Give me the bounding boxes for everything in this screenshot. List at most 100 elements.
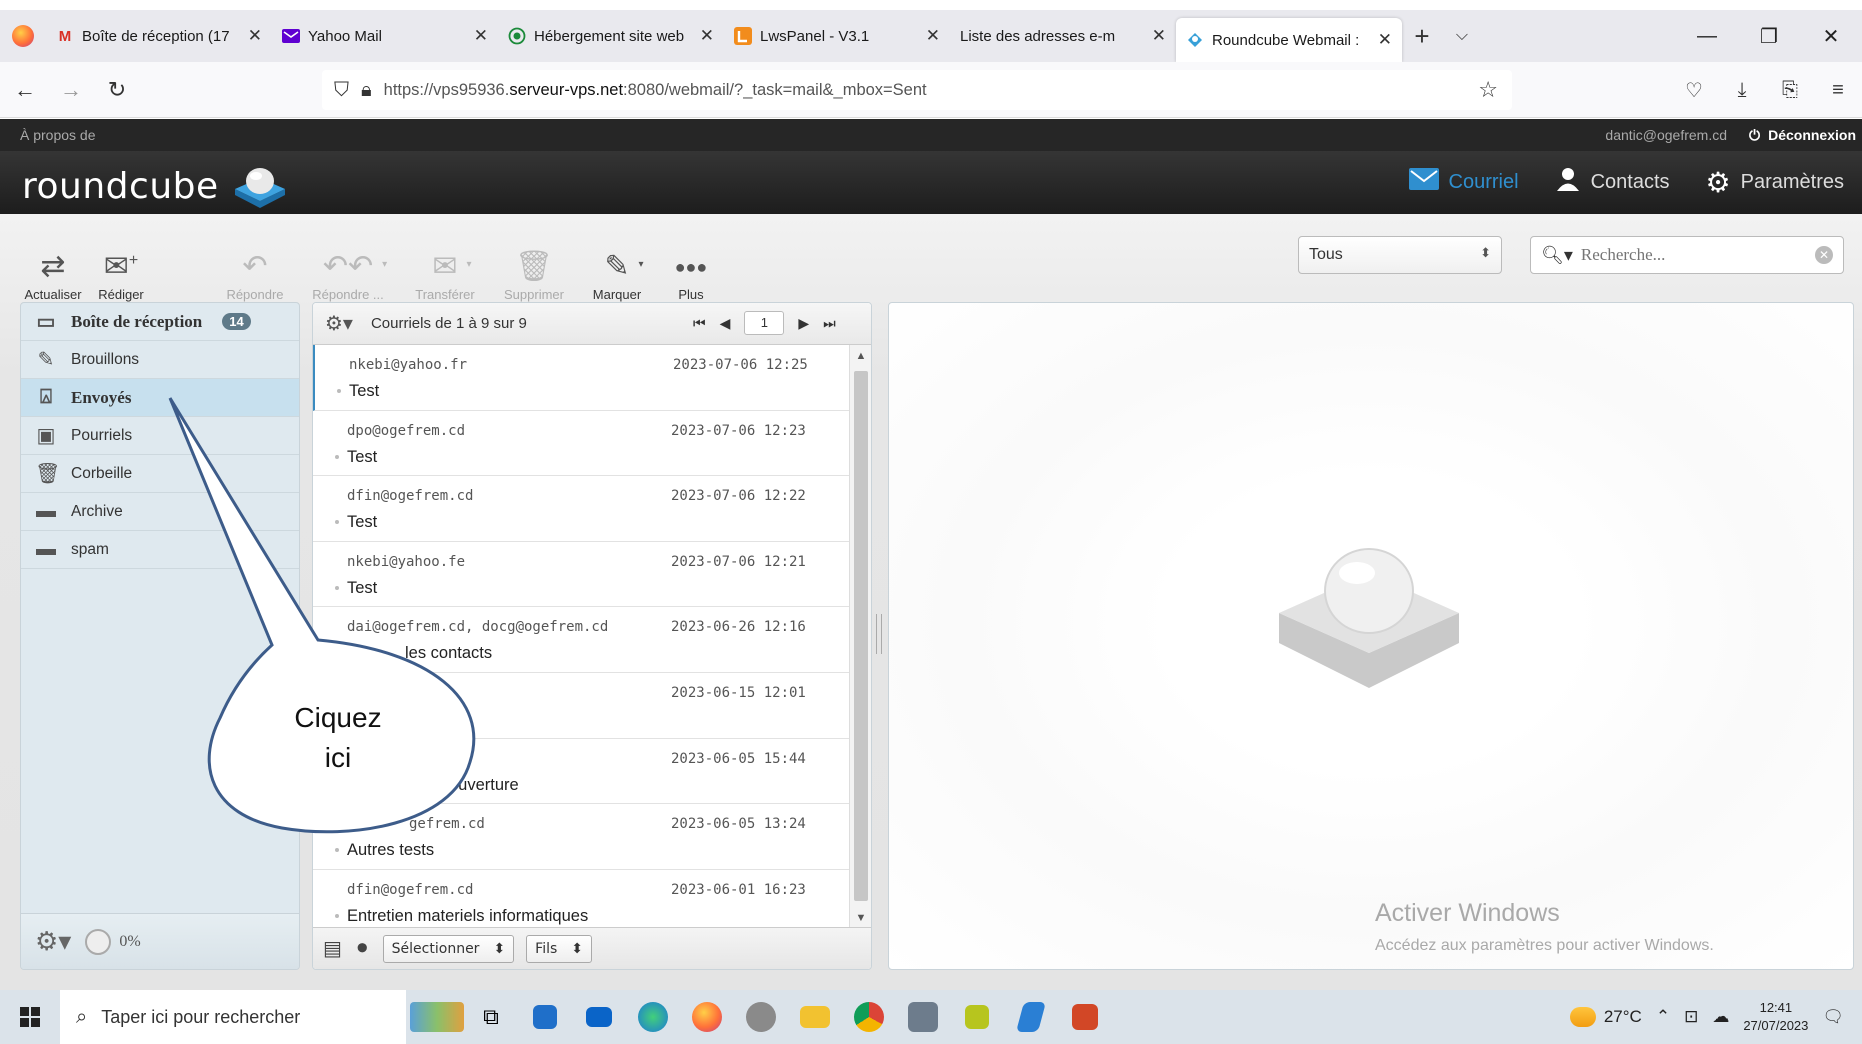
search-icon[interactable]: 🔍︎▾ (1541, 245, 1573, 266)
delete-button[interactable]: 🗑︎ Supprimer (492, 232, 576, 302)
onedrive-cloud-icon[interactable]: ☁ (1712, 1007, 1729, 1027)
message-row[interactable]: dai@ogefrem.cd, docg@ogefrem.cd 2023-06-2… (313, 607, 851, 673)
folder-drafts[interactable]: ✎ Brouillons (21, 341, 299, 379)
select-dropdown[interactable]: Sélectionner ⬍ (382, 934, 515, 963)
message-row[interactable]: dfin@ogefrem.cd 2023-06-01 16:23 Entretien… (313, 870, 851, 929)
clear-search-icon[interactable]: ✕ (1815, 246, 1833, 264)
powerpoint-icon[interactable] (1058, 990, 1112, 1044)
weather-widget[interactable]: 27°C (1569, 1007, 1642, 1027)
chrome-icon[interactable] (842, 990, 896, 1044)
restore-button[interactable]: ❐ (1738, 10, 1800, 62)
pocket-icon[interactable]: ♡ (1670, 62, 1718, 118)
folder-inbox[interactable]: ▭ Boîte de réception 14 (21, 303, 299, 341)
filter-select[interactable]: Tous ⬍ (1298, 236, 1502, 274)
prev-page-icon[interactable]: ◀ (720, 315, 731, 332)
message-row[interactable]: nkebi@yahoo.fe 2023-07-06 12:21 Test (313, 542, 851, 608)
notifications-icon[interactable]: 🗨︎ (1822, 1007, 1844, 1027)
message-list-scrollbar[interactable]: ▲ ▼ (849, 345, 871, 929)
clock[interactable]: 12:41 27/07/2023 (1743, 999, 1808, 1035)
list-tabs-chevron-icon[interactable]: ⌵ (1442, 27, 1482, 45)
edge-icon[interactable] (626, 990, 680, 1044)
tab-yahoo-mail[interactable]: Yahoo Mail ✕ (272, 15, 498, 57)
minimize-button[interactable]: — (1676, 10, 1738, 62)
url-bar[interactable]: ⛉ 🔒︎ https://vps95936.serveur-vps.net:80… (322, 70, 1512, 110)
scroll-up-icon[interactable]: ▲ (850, 345, 871, 367)
mail-app-icon[interactable] (572, 990, 626, 1044)
extensions-icon[interactable]: ⎘ (1766, 62, 1814, 118)
gmail-icon: M (58, 27, 72, 45)
firefox-icon[interactable] (680, 990, 734, 1044)
next-page-icon[interactable]: ▶ (798, 315, 809, 332)
refresh-button[interactable]: ⇄ Actualiser (20, 232, 86, 302)
folder-archive[interactable]: ▬ Archive (21, 493, 299, 531)
app-menu-icon[interactable]: ≡ (1814, 62, 1862, 118)
network-icon[interactable]: ⊡ (1684, 1007, 1698, 1027)
forward-arrow-icon[interactable]: → (50, 69, 92, 111)
reply-all-button[interactable]: ↶↶ ▾ Répondre ... (298, 232, 398, 302)
search-input[interactable] (1580, 245, 1821, 265)
about-link[interactable]: À propos de (20, 127, 96, 143)
taskbar-search[interactable]: ⌕ Taper ici pour rechercher (60, 990, 406, 1044)
tab-gmail[interactable]: M Boîte de réception (17 ✕ (46, 15, 272, 57)
close-tab-icon[interactable]: ✕ (1378, 30, 1392, 50)
page-number[interactable]: 1 (744, 311, 785, 335)
threads-toggle-icon[interactable]: ⚫ (354, 936, 371, 961)
bookmark-star-icon[interactable]: ☆ (1478, 77, 1498, 103)
close-tab-icon[interactable]: ✕ (474, 26, 488, 46)
folder-spam[interactable]: ▬ spam (21, 531, 299, 569)
list-view-icon[interactable]: ▤ (323, 936, 342, 961)
threads-dropdown[interactable]: Fils ⬍ (526, 934, 593, 963)
tray-chevron-icon[interactable]: ⌃ (1656, 1007, 1670, 1027)
scroll-down-icon[interactable]: ▼ (850, 907, 871, 929)
mark-button[interactable]: ✎ ▾ Marquer (576, 232, 658, 302)
message-row[interactable]: dfin@ogefrem.cd 2023-07-06 12:22 Test (313, 476, 851, 542)
task-view-icon[interactable]: ⧉ (464, 990, 518, 1044)
filter-value: Tous (1309, 246, 1343, 263)
file-explorer-icon[interactable] (788, 990, 842, 1044)
tab-hosting[interactable]: Hébergement site web ✕ (498, 15, 724, 57)
firefox-menu-icon[interactable] (0, 10, 46, 62)
logout-button[interactable]: ⏻ Déconnexion (1749, 127, 1856, 144)
close-window-button[interactable]: ✕ (1800, 10, 1862, 62)
compose-button[interactable]: ✉+ Rédiger (86, 232, 156, 302)
shield-icon[interactable]: ⛉ (334, 79, 349, 102)
folder-actions-gear-icon[interactable]: ⚙▾ (35, 926, 71, 957)
store-icon[interactable] (518, 990, 572, 1044)
start-button[interactable] (0, 990, 60, 1044)
new-tab-button[interactable]: + (1402, 21, 1442, 52)
folder-sent[interactable]: ⍓ Envoyés (21, 379, 299, 417)
message-row[interactable]: gefrem.cd 2023-06-05 13:24 Autres tests (313, 804, 851, 870)
first-page-icon[interactable]: ⏮ (693, 315, 706, 332)
close-tab-icon[interactable]: ✕ (926, 26, 940, 46)
fireworks-icon[interactable] (950, 990, 1004, 1044)
list-options-gear-icon[interactable]: ⚙▾ (325, 311, 353, 336)
task-settings[interactable]: ⚙ Paramètres (1688, 151, 1862, 214)
roundcube-logo[interactable]: roundcube (22, 161, 291, 211)
message-row[interactable]: nkebi@yahoo.fr 2023-07-06 12:25 Test (313, 345, 851, 411)
forward-button[interactable]: ✉ ▾ Transférer (398, 232, 492, 302)
tab-roundcube[interactable]: Roundcube Webmail : ✕ (1176, 18, 1402, 62)
downloads-icon[interactable]: ⤓ (1718, 62, 1766, 118)
pane-splitter[interactable] (876, 614, 882, 654)
folder-junk[interactable]: ▣ Pourriels (21, 417, 299, 455)
tab-lwspanel[interactable]: LwsPanel - V3.1 ✕ (724, 15, 950, 57)
close-tab-icon[interactable]: ✕ (700, 26, 714, 46)
reload-icon[interactable]: ↻ (96, 69, 138, 111)
close-tab-icon[interactable]: ✕ (1152, 26, 1166, 46)
back-arrow-icon[interactable]: ← (4, 69, 46, 111)
task-contacts[interactable]: Contacts (1537, 151, 1688, 214)
last-page-icon[interactable]: ⏭ (823, 315, 836, 332)
task-mail[interactable]: Courriel (1391, 151, 1537, 214)
app-icon[interactable] (734, 990, 788, 1044)
tab-email-list[interactable]: Liste des adresses e-m ✕ (950, 15, 1176, 57)
lock-icon[interactable]: 🔒︎ (361, 79, 372, 102)
close-tab-icon[interactable]: ✕ (248, 26, 262, 46)
more-button[interactable]: ●●● Plus (658, 232, 724, 302)
snipping-tool-icon[interactable] (896, 990, 950, 1044)
pen-app-icon[interactable] (1004, 990, 1058, 1044)
message-row[interactable]: dpo@ogefrem.cd 2023-07-06 12:23 Test (313, 411, 851, 477)
scroll-thumb[interactable] (854, 371, 868, 901)
reply-button[interactable]: ↶ Répondre (212, 232, 298, 302)
folder-trash[interactable]: 🗑︎ Corbeille (21, 455, 299, 493)
search-highlight-icon[interactable] (410, 990, 464, 1044)
